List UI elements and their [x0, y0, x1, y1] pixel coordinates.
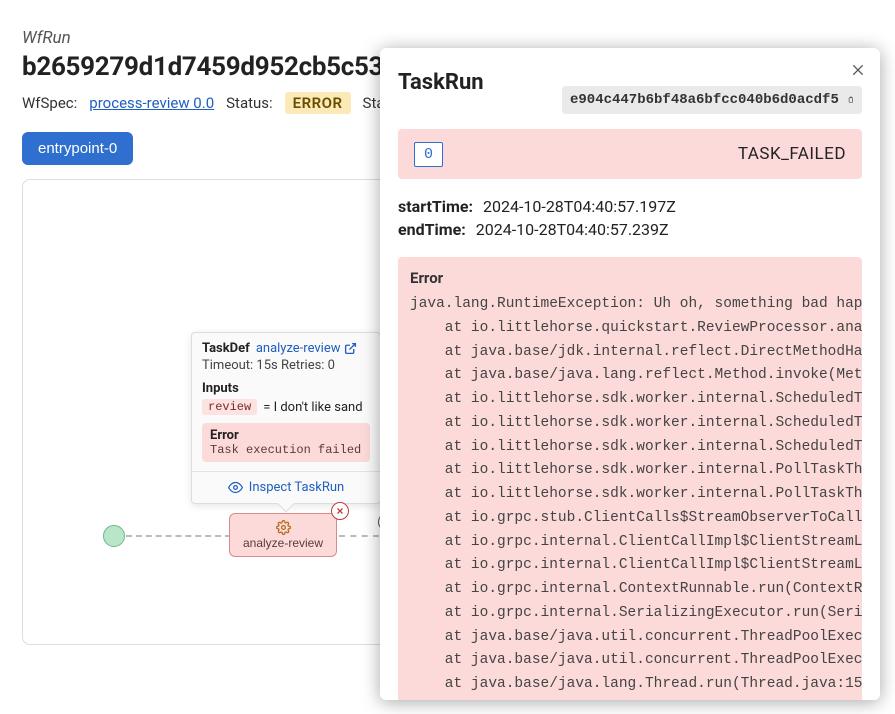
tooltip-error-box: Error Task execution failed [202, 423, 370, 462]
stack-trace[interactable]: java.lang.RuntimeException: Uh oh, somet… [398, 293, 862, 700]
error-panel: Error java.lang.RuntimeException: Uh oh,… [398, 257, 862, 700]
close-icon [850, 62, 866, 78]
error-badge-icon [331, 502, 349, 520]
tooltip-error-msg: Task execution failed [210, 443, 362, 457]
external-link-icon [344, 342, 357, 355]
status-label: Status: [226, 94, 273, 112]
tooltip-error-heading: Error [210, 428, 362, 443]
close-button[interactable] [850, 62, 866, 78]
taskrun-id-text: e904c447b6bf48a6bfcc040b6d0acdf5 [570, 92, 839, 108]
taskrun-id-box: e904c447b6bf48a6bfcc040b6d0acdf5 [562, 86, 862, 114]
starttime-value: 2024-10-28T04:40:57.197Z [483, 197, 676, 216]
wfspec-label: WfSpec: [22, 94, 77, 112]
status-row: 0 TASK_FAILED [398, 129, 862, 179]
attempt-badge[interactable]: 0 [414, 142, 443, 167]
wfrun-crumb: WfRun [22, 28, 873, 48]
inputs-heading: Inputs [202, 381, 370, 396]
wfspec-link[interactable]: process-review 0.0 [89, 94, 214, 112]
input-name-pill: review [202, 399, 257, 415]
node-tooltip: TaskDef analyze-review Timeout: 15s Retr… [191, 332, 381, 504]
task-status-text: TASK_FAILED [738, 144, 846, 164]
taskdef-link[interactable]: analyze-review [256, 341, 357, 356]
taskdef-label: TaskDef [202, 341, 250, 356]
status-badge: ERROR [285, 92, 351, 114]
gear-icon [276, 520, 291, 535]
inspect-label: Inspect TaskRun [249, 480, 344, 495]
endtime-label: endTime: [398, 220, 466, 239]
task-node-label: analyze-review [243, 536, 323, 550]
eye-icon [228, 480, 243, 495]
task-node-analyze-review[interactable]: analyze-review [229, 513, 337, 557]
input-value: = I don't like sand [263, 400, 362, 415]
clipboard-icon[interactable] [847, 92, 854, 108]
edge-1 [126, 535, 231, 537]
taskdef-link-text: analyze-review [256, 341, 341, 356]
taskdef-subline: Timeout: 15s Retries: 0 [202, 358, 370, 373]
endtime-value: 2024-10-28T04:40:57.239Z [476, 220, 669, 239]
starttime-label: startTime: [398, 197, 473, 216]
start-node[interactable] [103, 525, 125, 547]
error-heading: Error [398, 269, 862, 293]
entrypoint-button[interactable]: entrypoint-0 [22, 132, 133, 165]
edge-2 [339, 535, 379, 537]
taskrun-modal: TaskRun e904c447b6bf48a6bfcc040b6d0acdf5… [380, 48, 880, 700]
